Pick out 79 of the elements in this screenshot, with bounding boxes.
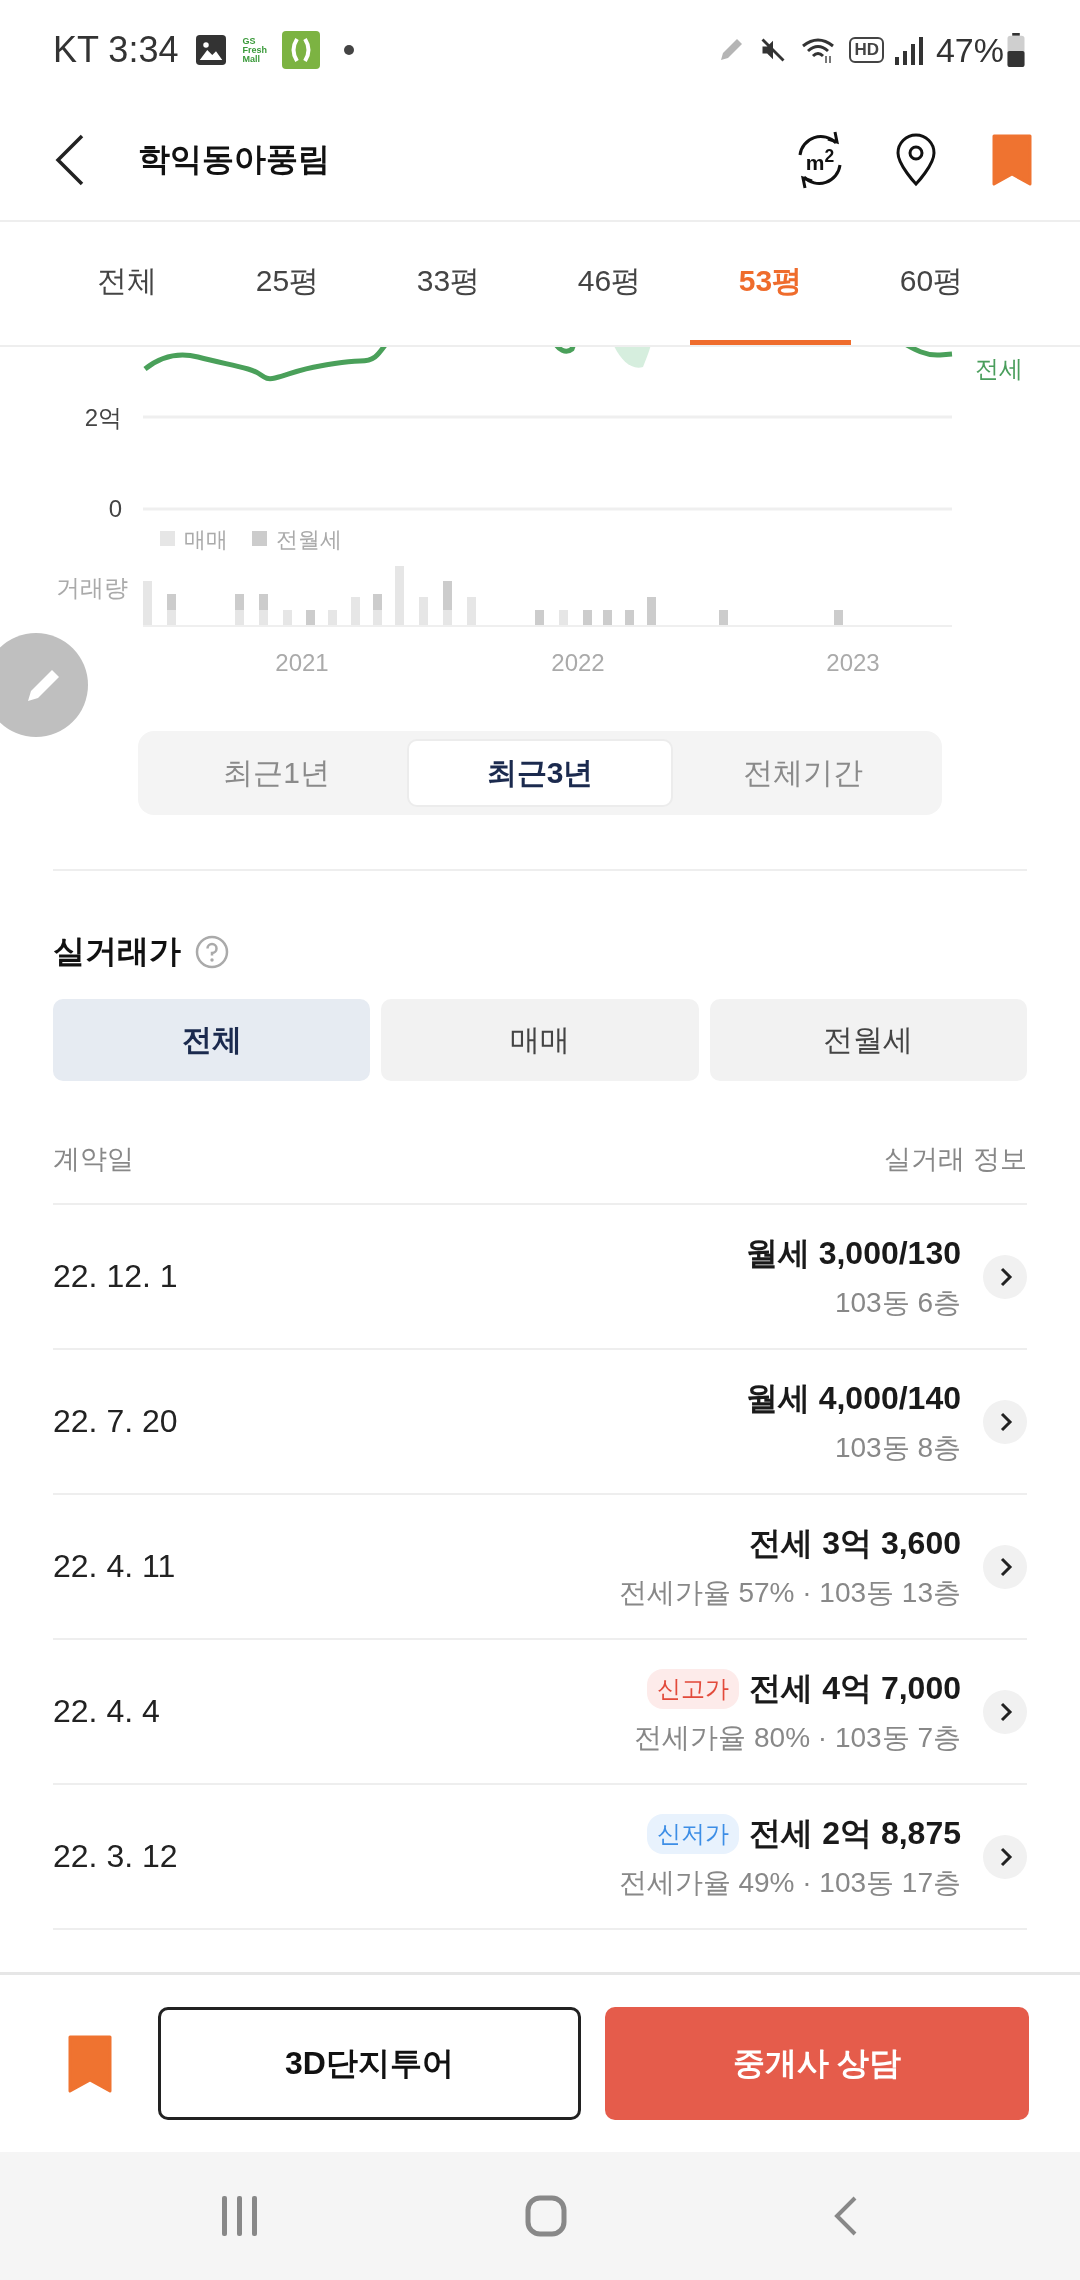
rent-volume-bar xyxy=(259,594,268,610)
legend-swatch-icon xyxy=(160,531,175,546)
battery-percent: 47% xyxy=(935,30,1004,70)
hd-indicator: HD xyxy=(849,37,884,63)
price-range-band xyxy=(612,347,652,368)
size-tab[interactable]: 60평 xyxy=(851,222,1012,345)
recent-apps-icon[interactable] xyxy=(222,2196,258,2236)
home-icon[interactable] xyxy=(525,2195,567,2237)
rent-volume-bar xyxy=(719,610,728,625)
x-axis-label: 2021 xyxy=(275,649,329,676)
rent-volume-bar xyxy=(583,610,592,625)
rent-volume-bar xyxy=(443,581,452,610)
x-axis-label: 2023 xyxy=(826,649,880,676)
3d-tour-button[interactable]: 3D단지투어 xyxy=(158,2007,581,2120)
size-tab[interactable]: 25평 xyxy=(207,222,368,345)
wifi-icon xyxy=(801,36,836,64)
y-axis-label: 2억 xyxy=(84,404,122,431)
price-record-tag: 신고가 xyxy=(647,1668,740,1709)
parentheses-app-icon xyxy=(282,31,321,69)
area-unit-button[interactable]: m$^{2}$ xyxy=(792,127,848,193)
column-header: 실거래 정보 xyxy=(884,1143,1027,1176)
rent-volume-bar xyxy=(647,597,656,625)
bookmark-icon[interactable] xyxy=(992,134,1032,186)
contract-date: 22. 4. 11 xyxy=(53,1548,176,1585)
rent-volume-bar xyxy=(625,610,634,625)
chevron-right-icon[interactable] xyxy=(983,1544,1027,1589)
section-title: 실거래가 xyxy=(53,932,181,971)
period-tab[interactable]: 최근3년 xyxy=(407,739,673,807)
chevron-right-icon[interactable] xyxy=(983,1834,1027,1879)
contract-date: 22. 7. 20 xyxy=(53,1403,178,1440)
battery-icon xyxy=(1006,33,1026,67)
agent-consult-button[interactable]: 중개사 상담 xyxy=(605,2007,1029,2120)
deal-detail: 103동 6층 xyxy=(834,1285,961,1320)
column-header: 계약일 xyxy=(53,1143,134,1176)
price-record-tag: 신저가 xyxy=(647,1813,740,1854)
legend-label: 매매 xyxy=(184,527,228,552)
deal-detail: 전세가율 49% · 103동 17층 xyxy=(618,1865,961,1900)
bookmark-icon[interactable] xyxy=(68,2034,112,2093)
deal-type-filter[interactable]: 전체 xyxy=(53,999,371,1081)
complex-title: 학익동아풍림 xyxy=(138,140,330,179)
contract-date: 22. 12. 1 xyxy=(53,1258,178,1295)
gallery-icon xyxy=(196,35,227,65)
deal-price: 전세 4억 7,000 xyxy=(749,1668,961,1708)
deal-detail: 전세가율 80% · 103동 7층 xyxy=(634,1720,961,1755)
y-axis-label: 0 xyxy=(108,495,122,522)
contract-date: 22. 3. 12 xyxy=(53,1838,178,1875)
rent-volume-bar xyxy=(834,610,843,625)
deal-price: 전세 3억 3,600 xyxy=(749,1523,961,1563)
legend-swatch-icon xyxy=(252,531,267,546)
deal-price: 월세 4,000/140 xyxy=(745,1378,961,1418)
deal-price: 전세 2억 8,875 xyxy=(749,1813,961,1853)
rent-volume-bar xyxy=(603,610,612,625)
chevron-right-icon[interactable] xyxy=(983,1689,1027,1734)
deal-price: 월세 3,000/130 xyxy=(745,1233,961,1273)
signal-icon xyxy=(893,35,924,65)
size-tab[interactable]: 33평 xyxy=(368,222,529,345)
notification-dot-icon xyxy=(344,45,355,55)
rent-volume-bar xyxy=(306,610,315,625)
axis-title: 거래량 xyxy=(56,574,128,601)
size-tab[interactable]: 전체 xyxy=(46,222,207,345)
status-time: KT 3:34 xyxy=(53,29,179,71)
deal-detail: 전세가율 57% · 103동 13층 xyxy=(618,1575,961,1610)
line-label: 전세 xyxy=(975,355,1023,382)
rent-volume-bar xyxy=(167,594,176,610)
contract-date: 22. 4. 4 xyxy=(53,1693,160,1730)
deal-detail: 103동 8층 xyxy=(834,1430,961,1465)
size-tab[interactable]: 46평 xyxy=(529,222,690,345)
deal-type-filter[interactable]: 매매 xyxy=(381,999,699,1081)
x-axis-label: 2022 xyxy=(551,649,605,676)
app-notification-icon: GS Fresh Mall xyxy=(242,36,269,64)
location-pin-icon[interactable] xyxy=(894,133,938,187)
deal-type-filter[interactable]: 전월세 xyxy=(709,999,1027,1081)
rent-volume-bar xyxy=(535,610,544,625)
chevron-right-icon[interactable] xyxy=(983,1399,1027,1444)
chevron-right-icon[interactable] xyxy=(983,1254,1027,1299)
rent-volume-bar xyxy=(373,594,382,610)
legend-label: 전월세 xyxy=(276,527,342,552)
back-icon[interactable] xyxy=(55,134,85,186)
rent-volume-bar xyxy=(235,594,244,610)
